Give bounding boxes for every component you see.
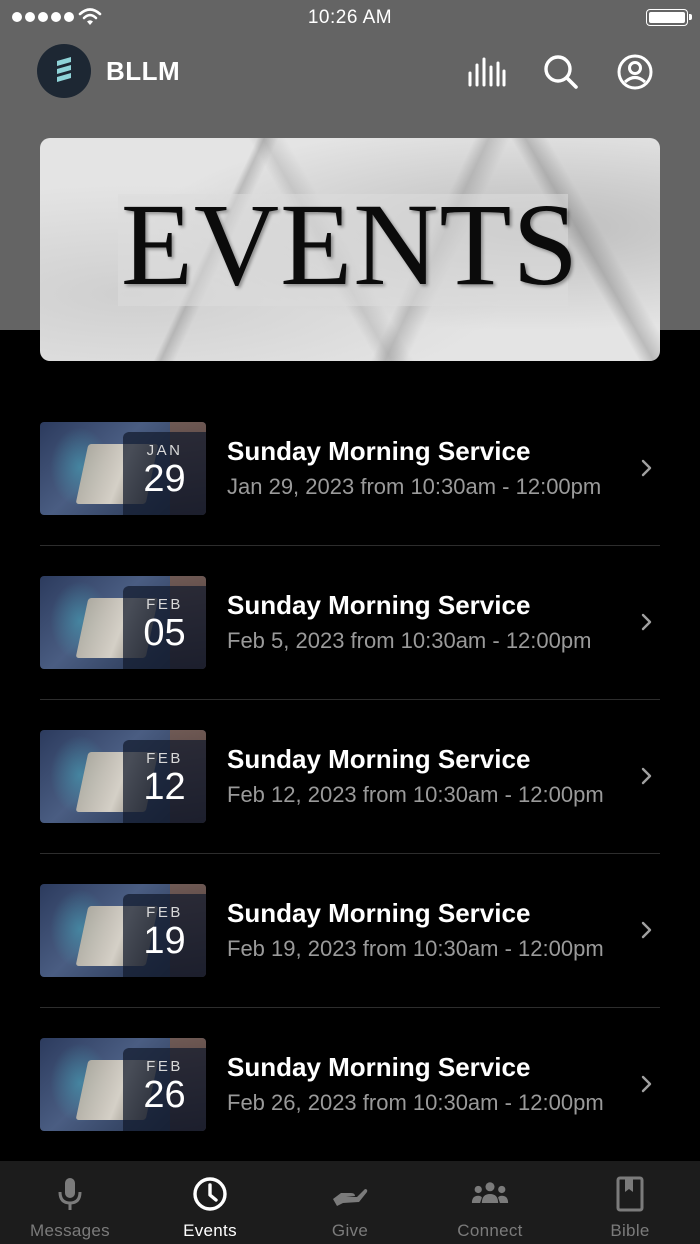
- tab-label: Events: [183, 1221, 237, 1240]
- event-datetime: Feb 26, 2023 from 10:30am - 12:00pm: [227, 1090, 604, 1115]
- event-thumbnail: FEB 05: [40, 576, 206, 669]
- event-row[interactable]: FEB 05 Sunday Morning Service Feb 5, 202…: [40, 546, 660, 700]
- event-row[interactable]: FEB 26 Sunday Morning Service Feb 26, 20…: [40, 1008, 660, 1162]
- event-title: Sunday Morning Service: [227, 898, 531, 928]
- event-thumbnail: FEB 19: [40, 884, 206, 977]
- bookmark-book-icon: [611, 1175, 649, 1213]
- date-day: 05: [143, 612, 186, 654]
- date-badge: FEB 05: [123, 586, 206, 669]
- event-title: Sunday Morning Service: [227, 590, 531, 620]
- app-header: BLLM: [0, 44, 700, 100]
- status-time: 10:26 AM: [307, 7, 393, 28]
- date-day: 26: [143, 1074, 186, 1116]
- microphone-icon: [51, 1175, 89, 1213]
- tab-label: Messages: [30, 1221, 110, 1240]
- clock-icon: [191, 1175, 229, 1213]
- battery-icon: [646, 9, 692, 26]
- chevron-right-icon: [641, 1075, 652, 1093]
- tab-events[interactable]: Events: [140, 1161, 280, 1244]
- tab-messages[interactable]: Messages: [0, 1161, 140, 1244]
- audio-bars-icon[interactable]: [466, 52, 506, 92]
- date-day: 19: [143, 920, 186, 962]
- event-thumbnail: FEB 12: [40, 730, 206, 823]
- event-row[interactable]: FEB 19 Sunday Morning Service Feb 19, 20…: [40, 854, 660, 1008]
- event-thumbnail: JAN 29: [40, 422, 206, 515]
- status-bar: 10:26 AM: [0, 0, 700, 36]
- date-month: JAN: [146, 442, 183, 459]
- date-month: FEB: [146, 750, 183, 767]
- event-datetime: Jan 29, 2023 from 10:30am - 12:00pm: [227, 474, 602, 499]
- people-icon: [471, 1175, 509, 1213]
- chevron-right-icon: [641, 613, 652, 631]
- chevron-right-icon: [641, 767, 652, 785]
- event-title: Sunday Morning Service: [227, 744, 531, 774]
- date-badge: FEB 12: [123, 740, 206, 823]
- event-title: Sunday Morning Service: [227, 1052, 531, 1082]
- date-day: 12: [143, 766, 186, 808]
- chevron-right-icon: [641, 459, 652, 477]
- tab-connect[interactable]: Connect: [420, 1161, 560, 1244]
- logo-stripes-icon: [57, 57, 71, 82]
- tab-bar: Messages Events Give Connect Bible: [0, 1161, 700, 1244]
- date-month: FEB: [146, 596, 183, 613]
- event-thumbnail: FEB 26: [40, 1038, 206, 1131]
- account-icon[interactable]: [615, 52, 655, 92]
- tab-give[interactable]: Give: [280, 1161, 420, 1244]
- tab-label: Give: [331, 1221, 369, 1240]
- event-datetime: Feb 12, 2023 from 10:30am - 12:00pm: [227, 782, 604, 807]
- events-banner: EVENTS: [40, 138, 660, 361]
- event-list: JAN 29 Sunday Morning Service Jan 29, 20…: [40, 392, 660, 1162]
- date-day: 29: [143, 458, 186, 500]
- date-badge: FEB 26: [123, 1048, 206, 1131]
- tab-bible[interactable]: Bible: [560, 1161, 700, 1244]
- event-row[interactable]: JAN 29 Sunday Morning Service Jan 29, 20…: [40, 392, 660, 546]
- banner-title: EVENTS: [120, 179, 580, 310]
- date-badge: FEB 19: [123, 894, 206, 977]
- search-icon[interactable]: [541, 52, 581, 92]
- date-badge: JAN 29: [123, 432, 206, 515]
- event-title: Sunday Morning Service: [227, 436, 531, 466]
- tab-label: Bible: [610, 1221, 650, 1240]
- event-row[interactable]: FEB 12 Sunday Morning Service Feb 12, 20…: [40, 700, 660, 854]
- giving-hand-icon: [331, 1175, 369, 1213]
- chevron-right-icon: [641, 921, 652, 939]
- date-month: FEB: [146, 1058, 183, 1075]
- tab-label: Connect: [457, 1221, 523, 1240]
- app-logo[interactable]: [37, 44, 91, 98]
- date-month: FEB: [146, 904, 183, 921]
- event-datetime: Feb 19, 2023 from 10:30am - 12:00pm: [227, 936, 604, 961]
- app-title: BLLM: [106, 56, 181, 86]
- event-datetime: Feb 5, 2023 from 10:30am - 12:00pm: [227, 628, 592, 653]
